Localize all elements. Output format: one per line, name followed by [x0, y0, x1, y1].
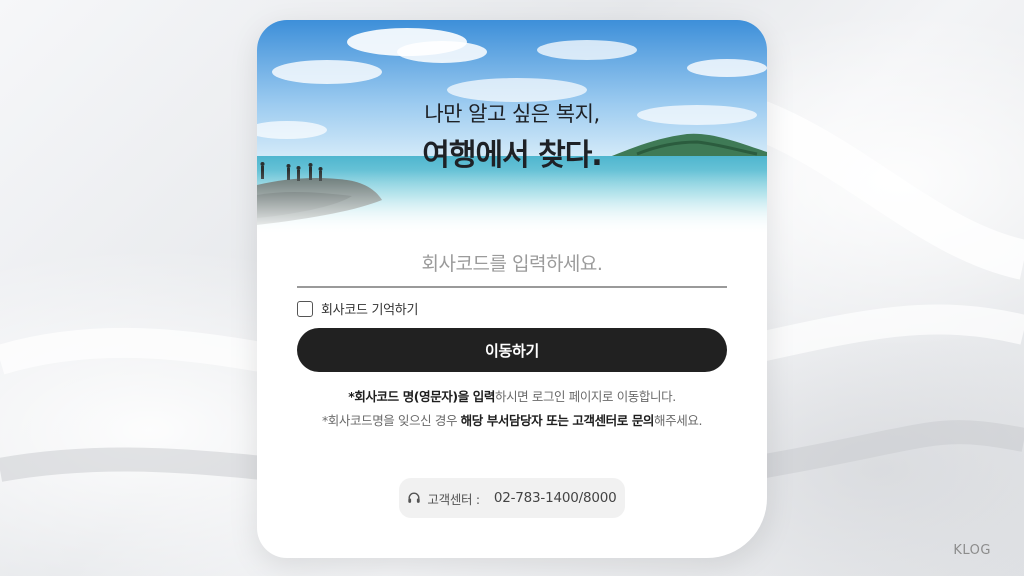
- customer-center-label: 고객센터 :: [427, 491, 480, 507]
- brand-logo: KLOG: [953, 543, 991, 558]
- instruction-note: *회사코드 명(영문자)을 입력하시면 로그인 페이지로 이동합니다.: [257, 386, 767, 405]
- submit-button[interactable]: 이동하기: [297, 328, 727, 372]
- help-note: *회사코드명을 잊으신 경우 해당 부서담당자 또는 고객센터로 문의해주세요.: [257, 410, 767, 429]
- help-note-prefix: *회사코드명을 잊으신 경우: [321, 413, 461, 428]
- instruction-note-text: 하시면 로그인 페이지로 이동합니다.: [494, 389, 676, 404]
- help-note-emphasis: 해당 부서담당자 또는 고객센터로 문의: [460, 413, 655, 428]
- customer-center-badge: 고객센터 : 02-783-1400/8000: [399, 478, 625, 518]
- remember-code-option[interactable]: 회사코드 기억하기: [297, 299, 418, 318]
- hero-headline: 나만 알고 싶은 복지, 여행에서 찾다.: [257, 98, 767, 174]
- login-card: 나만 알고 싶은 복지, 여행에서 찾다. 회사코드 기억하기 이동하기 *회사…: [257, 20, 767, 558]
- hero-subtitle: 나만 알고 싶은 복지,: [424, 102, 600, 126]
- remember-code-label: 회사코드 기억하기: [321, 303, 419, 318]
- hero-title: 여행에서 찾다.: [422, 138, 602, 173]
- customer-center-phone: 02-783-1400/8000: [493, 490, 617, 506]
- company-code-input[interactable]: [297, 242, 727, 288]
- hero-banner: 나만 알고 싶은 복지, 여행에서 찾다.: [257, 20, 767, 235]
- remember-code-checkbox[interactable]: [297, 300, 313, 317]
- instruction-note-emphasis: *회사코드 명(영문자)을 입력: [348, 389, 495, 404]
- headset-icon: [408, 492, 421, 503]
- help-note-suffix: 해주세요.: [654, 413, 703, 428]
